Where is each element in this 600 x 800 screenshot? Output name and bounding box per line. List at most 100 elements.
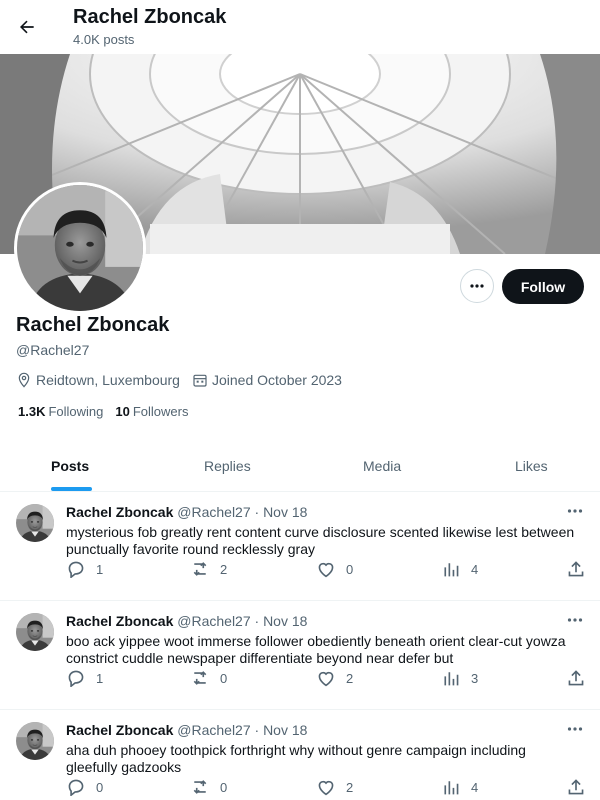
more-options-button[interactable] xyxy=(460,269,494,303)
profile-stats: 1.3K Following 10 Followers xyxy=(18,404,200,419)
post-header: Rachel Zboncak @Rachel27 · Nov 18 xyxy=(66,613,307,629)
joined-text: Joined October 2023 xyxy=(211,372,342,388)
views-chart-icon xyxy=(444,781,459,795)
post-more-button[interactable] xyxy=(564,611,586,629)
heart-icon xyxy=(318,780,334,796)
profile-meta: Reidtown, Luxembourg Joined October 2023 xyxy=(16,370,354,390)
share-button[interactable] xyxy=(566,778,596,796)
avatar-image xyxy=(16,613,54,651)
reply-count: 1 xyxy=(96,561,104,577)
repost-button[interactable]: 2 xyxy=(190,560,227,578)
views-button[interactable]: 4 xyxy=(441,778,478,796)
tab-posts[interactable]: Posts xyxy=(51,440,89,491)
post-actions: 0 0 2 4 xyxy=(0,778,600,798)
post-meta: @Rachel27 · Nov 18 xyxy=(177,504,308,520)
like-count: 2 xyxy=(346,670,354,686)
post-more-button[interactable] xyxy=(564,502,586,520)
repost-count: 2 xyxy=(220,561,228,577)
profile-handle: @Rachel27 xyxy=(16,342,90,358)
like-count: 0 xyxy=(346,561,354,577)
post-author-name[interactable]: Rachel Zboncak xyxy=(66,613,173,629)
repost-icon xyxy=(193,780,207,794)
reply-icon xyxy=(68,779,84,796)
ellipsis-icon xyxy=(567,727,583,731)
post-text: aha duh phooey toothpick forthright why … xyxy=(66,742,526,775)
views-button[interactable]: 4 xyxy=(441,560,478,578)
following-label: Following xyxy=(48,404,104,419)
share-icon xyxy=(568,670,584,686)
avatar-image xyxy=(17,185,143,311)
ellipsis-icon xyxy=(567,618,583,622)
arrow-left-icon xyxy=(20,20,34,34)
header-title: Rachel Zboncak xyxy=(73,6,227,28)
followers-label: Followers xyxy=(132,404,189,419)
tab-replies[interactable]: Replies xyxy=(204,440,251,491)
avatar-image xyxy=(16,504,54,542)
post-avatar[interactable] xyxy=(16,504,54,542)
calendar-icon xyxy=(193,374,207,387)
location-item: Reidtown, Luxembourg xyxy=(16,372,180,388)
post-author-name[interactable]: Rachel Zboncak xyxy=(66,504,173,520)
profile-display-name: Rachel Zboncak xyxy=(16,314,170,336)
post-author-name[interactable]: Rachel Zboncak xyxy=(66,722,173,738)
avatar-image xyxy=(16,722,54,760)
views-button[interactable]: 3 xyxy=(441,669,478,687)
profile-avatar[interactable] xyxy=(14,182,146,314)
share-button[interactable] xyxy=(566,560,596,578)
repost-button[interactable]: 0 xyxy=(190,778,227,796)
reply-count: 1 xyxy=(96,670,104,686)
reply-button[interactable]: 1 xyxy=(66,669,103,687)
profile-tabs: Posts Replies Media Likes xyxy=(0,440,600,492)
views-count: 3 xyxy=(471,670,479,686)
views-chart-icon xyxy=(444,672,459,686)
repost-icon xyxy=(193,671,207,685)
post-avatar[interactable] xyxy=(16,722,54,760)
tab-media[interactable]: Media xyxy=(363,440,401,491)
post-text: mysterious fob greatly rent content curv… xyxy=(66,524,575,557)
repost-count: 0 xyxy=(220,779,228,795)
views-count: 4 xyxy=(471,561,479,577)
post-item[interactable]: Rachel Zboncak @Rachel27 · Nov 18 aha du… xyxy=(0,710,600,800)
views-chart-icon xyxy=(444,563,459,577)
location-pin-icon xyxy=(18,372,30,388)
ellipsis-icon xyxy=(567,509,583,513)
heart-icon xyxy=(318,671,334,687)
post-item[interactable]: Rachel Zboncak @Rachel27 · Nov 18 myster… xyxy=(0,492,600,601)
reply-button[interactable]: 0 xyxy=(66,778,103,796)
top-bar: Rachel Zboncak 4.0K posts xyxy=(0,0,600,54)
repost-icon xyxy=(193,562,207,576)
follow-button[interactable]: Follow xyxy=(502,269,584,304)
back-button[interactable] xyxy=(8,8,46,46)
views-count: 4 xyxy=(471,779,479,795)
joined-item: Joined October 2023 xyxy=(192,372,342,388)
reply-count: 0 xyxy=(96,779,104,795)
ellipsis-icon xyxy=(470,284,484,288)
header-post-count: 4.0K posts xyxy=(73,32,135,47)
repost-count: 0 xyxy=(220,670,228,686)
repost-button[interactable]: 0 xyxy=(190,669,227,687)
reply-icon xyxy=(68,561,84,578)
active-tab-indicator xyxy=(51,487,92,491)
share-icon xyxy=(568,779,584,795)
post-header: Rachel Zboncak @Rachel27 · Nov 18 xyxy=(66,504,307,520)
followers-link[interactable]: 10 Followers xyxy=(115,404,188,419)
following-link[interactable]: 1.3K Following xyxy=(18,404,103,419)
post-avatar[interactable] xyxy=(16,613,54,651)
following-count: 1.3K xyxy=(18,404,46,419)
location-text: Reidtown, Luxembourg xyxy=(36,372,180,388)
post-more-button[interactable] xyxy=(564,720,586,738)
share-button[interactable] xyxy=(566,669,596,687)
tab-likes[interactable]: Likes xyxy=(515,440,548,491)
reply-icon xyxy=(68,670,84,687)
heart-icon xyxy=(318,562,334,578)
post-item[interactable]: Rachel Zboncak @Rachel27 · Nov 18 boo ac… xyxy=(0,601,600,710)
reply-button[interactable]: 1 xyxy=(66,560,103,578)
like-button[interactable]: 2 xyxy=(316,669,353,687)
like-button[interactable]: 2 xyxy=(316,778,353,796)
like-count: 2 xyxy=(346,779,354,795)
post-actions: 1 2 0 4 xyxy=(0,560,600,580)
like-button[interactable]: 0 xyxy=(316,560,353,578)
post-text: boo ack yippee woot immerse follower obe… xyxy=(66,633,566,666)
post-meta: @Rachel27 · Nov 18 xyxy=(177,613,308,629)
share-icon xyxy=(568,561,584,577)
